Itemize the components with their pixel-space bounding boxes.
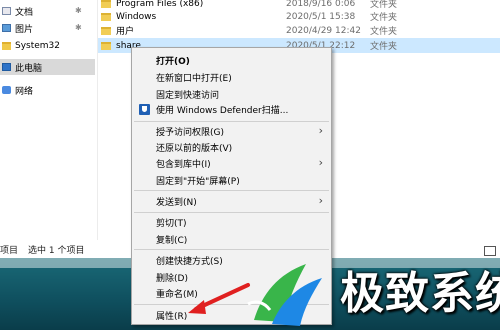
menu-item-label: 属性(R) xyxy=(156,312,188,322)
file-type: 文件夹 xyxy=(370,27,398,37)
status-item-count: 项目 xyxy=(0,245,19,256)
file-type: 文件夹 xyxy=(370,42,398,52)
logo-leaf-icon xyxy=(247,264,322,326)
file-date: 2020/5/1 15:38 xyxy=(286,11,356,22)
shield-icon xyxy=(139,104,150,115)
watermark-text: 极致系统 xyxy=(340,268,500,319)
menu-item-label: 包含到库中(I) xyxy=(156,160,211,170)
folder-icon xyxy=(2,42,11,50)
nav-item-label: 文档 xyxy=(15,7,34,18)
menu-separator xyxy=(134,121,329,122)
menu-item-label: 打开(O) xyxy=(156,57,190,67)
menu-item-open-new-window[interactable]: 在新窗口中打开(E) xyxy=(132,69,331,86)
menu-item-copy[interactable]: 复制(C) xyxy=(132,231,331,248)
file-row[interactable]: Windows 2020/5/1 15:38 文件夹 xyxy=(98,9,500,24)
nav-item-this-pc[interactable]: 此电脑 xyxy=(0,59,95,75)
nav-item-documents[interactable]: 文档 ✱ xyxy=(0,3,95,19)
menu-item-label: 剪切(T) xyxy=(156,219,187,229)
file-date: 2020/4/29 12:42 xyxy=(286,25,361,36)
chevron-right-icon: › xyxy=(318,124,323,137)
nav-item-label: 网络 xyxy=(15,86,34,97)
menu-item-label: 发送到(N) xyxy=(156,198,197,208)
folder-icon xyxy=(101,26,111,35)
menu-item-label: 授予访问权限(G) xyxy=(156,128,224,138)
menu-item-label: 使用 Windows Defender扫描... xyxy=(156,106,289,116)
folder-icon xyxy=(101,41,111,50)
menu-item-send-to[interactable]: 发送到(N) › xyxy=(132,193,331,210)
computer-icon xyxy=(2,63,11,71)
menu-separator xyxy=(134,212,329,213)
pin-icon: ✱ xyxy=(75,23,82,32)
network-icon xyxy=(2,86,11,94)
pictures-icon xyxy=(2,24,11,32)
file-name: Program Files (x86) xyxy=(116,0,204,9)
nav-item-system32[interactable]: System32 xyxy=(0,38,95,54)
details-view-icon[interactable] xyxy=(484,246,496,256)
menu-item-label: 在新窗口中打开(E) xyxy=(156,74,232,84)
status-selected-count: 选中 1 个项目 xyxy=(28,245,85,256)
chevron-right-icon: › xyxy=(318,156,323,169)
menu-separator xyxy=(134,249,329,250)
menu-item-label: 复制(C) xyxy=(156,236,188,246)
nav-item-label: 此电脑 xyxy=(15,63,43,74)
chevron-right-icon: › xyxy=(318,194,323,207)
menu-item-label: 删除(D) xyxy=(156,274,188,284)
folder-icon xyxy=(101,12,111,21)
nav-item-label: 图片 xyxy=(15,24,34,35)
file-row[interactable]: 用户 2020/4/29 12:42 文件夹 xyxy=(98,23,500,38)
navigation-pane: 文档 ✱ 图片 ✱ System32 此电脑 网络 xyxy=(0,0,95,240)
menu-item-label: 重命名(M) xyxy=(156,290,198,300)
menu-item-label: 还原以前的版本(V) xyxy=(156,144,233,154)
nav-item-network[interactable]: 网络 xyxy=(0,82,95,98)
nav-item-label: System32 xyxy=(15,41,61,51)
file-date: 2018/9/16 0:06 xyxy=(286,0,356,9)
menu-item-label: 固定到"开始"屏幕(P) xyxy=(156,177,240,187)
nav-item-pictures[interactable]: 图片 ✱ xyxy=(0,20,95,36)
menu-separator xyxy=(134,190,329,191)
folder-icon xyxy=(101,0,111,8)
menu-item-defender-scan[interactable]: 使用 Windows Defender扫描... xyxy=(132,101,331,118)
menu-item-pin-start[interactable]: 固定到"开始"屏幕(P) xyxy=(132,172,331,189)
menu-item-open[interactable]: 打开(O) xyxy=(132,52,331,69)
file-name: 用户 xyxy=(116,27,135,37)
menu-item-grant-access[interactable]: 授予访问权限(G) › xyxy=(132,123,331,140)
pin-icon: ✱ xyxy=(75,6,82,15)
file-type: 文件夹 xyxy=(370,13,398,23)
documents-icon xyxy=(2,7,11,15)
menu-item-restore-versions[interactable]: 还原以前的版本(V) xyxy=(132,139,331,156)
file-name: Windows xyxy=(116,11,157,22)
menu-item-include-library[interactable]: 包含到库中(I) › xyxy=(132,155,331,172)
status-bar: 项目 选中 1 个项目 xyxy=(0,241,130,257)
menu-item-cut[interactable]: 剪切(T) xyxy=(132,214,331,231)
menu-item-label: 固定到快速访问 xyxy=(156,91,220,101)
menu-item-label: 创建快捷方式(S) xyxy=(156,257,223,267)
